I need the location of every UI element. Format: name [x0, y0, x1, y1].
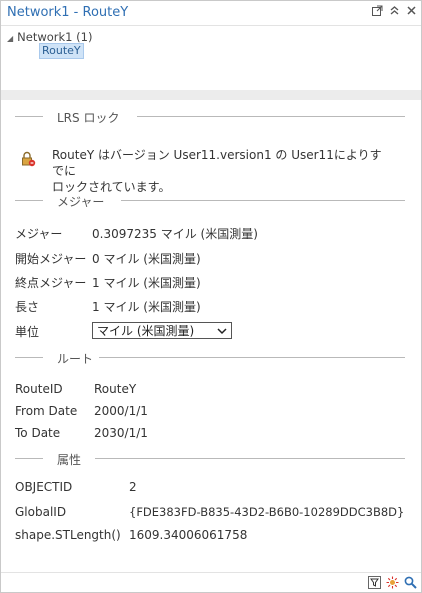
section-title-lock: LRS ロック [53, 109, 124, 126]
divider [15, 116, 43, 117]
from-date-label: From Date [15, 404, 78, 418]
units-label: 単位 [15, 325, 40, 339]
measure-value: 0.3097235 マイル (米国測量) [92, 227, 258, 241]
lock-message-line1: RouteY はバージョン User11.version1 の User11によ… [52, 148, 382, 178]
close-icon[interactable] [405, 5, 417, 18]
pane-title: Network1 - RouteY [7, 5, 129, 20]
title-bar: Network1 - RouteY [1, 1, 421, 26]
to-date-label: To Date [15, 426, 61, 440]
from-date-value: 2000/1/1 [94, 404, 148, 418]
globalid-value: {FDE383FD-B835-43D2-B6B0-10289DDC3B8D} [129, 505, 405, 519]
splitter[interactable] [1, 90, 421, 100]
section-header-measure: メジャー [15, 193, 405, 210]
section-header-lock: LRS ロック [15, 109, 405, 126]
length-value: 1 マイル (米国測量) [92, 300, 201, 314]
chevron-down-icon[interactable] [217, 323, 227, 346]
divider [15, 357, 43, 358]
feature-tree: ◢ Network1 (1) RouteY [1, 26, 421, 90]
from-measure-label: 開始メジャー [15, 252, 87, 266]
section-title-route: ルート [53, 350, 98, 367]
tree-root-label: Network1 (1) [17, 30, 93, 44]
measure-label: メジャー [15, 227, 63, 241]
lock-icon [20, 151, 36, 167]
zoom-icon[interactable] [404, 576, 417, 589]
to-measure-value: 1 マイル (米国測量) [92, 276, 201, 290]
objectid-label: OBJECTID [15, 480, 73, 494]
to-measure-label: 終点メジャー [15, 276, 87, 290]
to-date-value: 2030/1/1 [94, 426, 148, 440]
collapse-icon[interactable] [388, 5, 400, 18]
route-id-value: RouteY [94, 382, 137, 396]
section-title-measure: メジャー [53, 193, 109, 210]
pop-out-icon[interactable] [371, 5, 383, 18]
from-measure-value: 0 マイル (米国測量) [92, 252, 201, 266]
bottom-toolbar-icons [368, 576, 417, 589]
divider [95, 458, 405, 459]
units-selected-value: マイル (米国測量) [97, 324, 195, 338]
divider [137, 116, 405, 117]
shape-length-label: shape.STLength() [15, 528, 121, 542]
pop-up-pane: Network1 - RouteY ◢ Network1 (1) RouteY L… [0, 0, 422, 593]
tree-root[interactable]: ◢ Network1 (1) [7, 30, 92, 44]
shape-length-value: 1609.34006061758 [129, 528, 248, 542]
divider [121, 200, 405, 201]
objectid-value: 2 [129, 480, 137, 494]
title-bar-controls [371, 5, 417, 18]
route-id-label: RouteID [15, 382, 63, 396]
divider [15, 200, 43, 201]
section-header-attributes: 属性 [15, 451, 405, 468]
tree-item-routey[interactable]: RouteY [39, 43, 84, 59]
length-label: 長さ [15, 300, 40, 314]
lock-message: RouteY はバージョン User11.version1 の User11によ… [52, 147, 392, 195]
divider [15, 458, 43, 459]
divider [99, 357, 405, 358]
section-header-route: ルート [15, 350, 405, 367]
filter-icon[interactable] [368, 576, 381, 589]
section-title-attributes: 属性 [53, 451, 86, 468]
units-dropdown[interactable]: マイル (米国測量) [92, 322, 232, 339]
flash-icon[interactable] [386, 576, 399, 589]
globalid-label: GlobalID [15, 505, 67, 519]
expand-caret-icon[interactable]: ◢ [7, 34, 13, 43]
bottom-toolbar [1, 572, 421, 593]
